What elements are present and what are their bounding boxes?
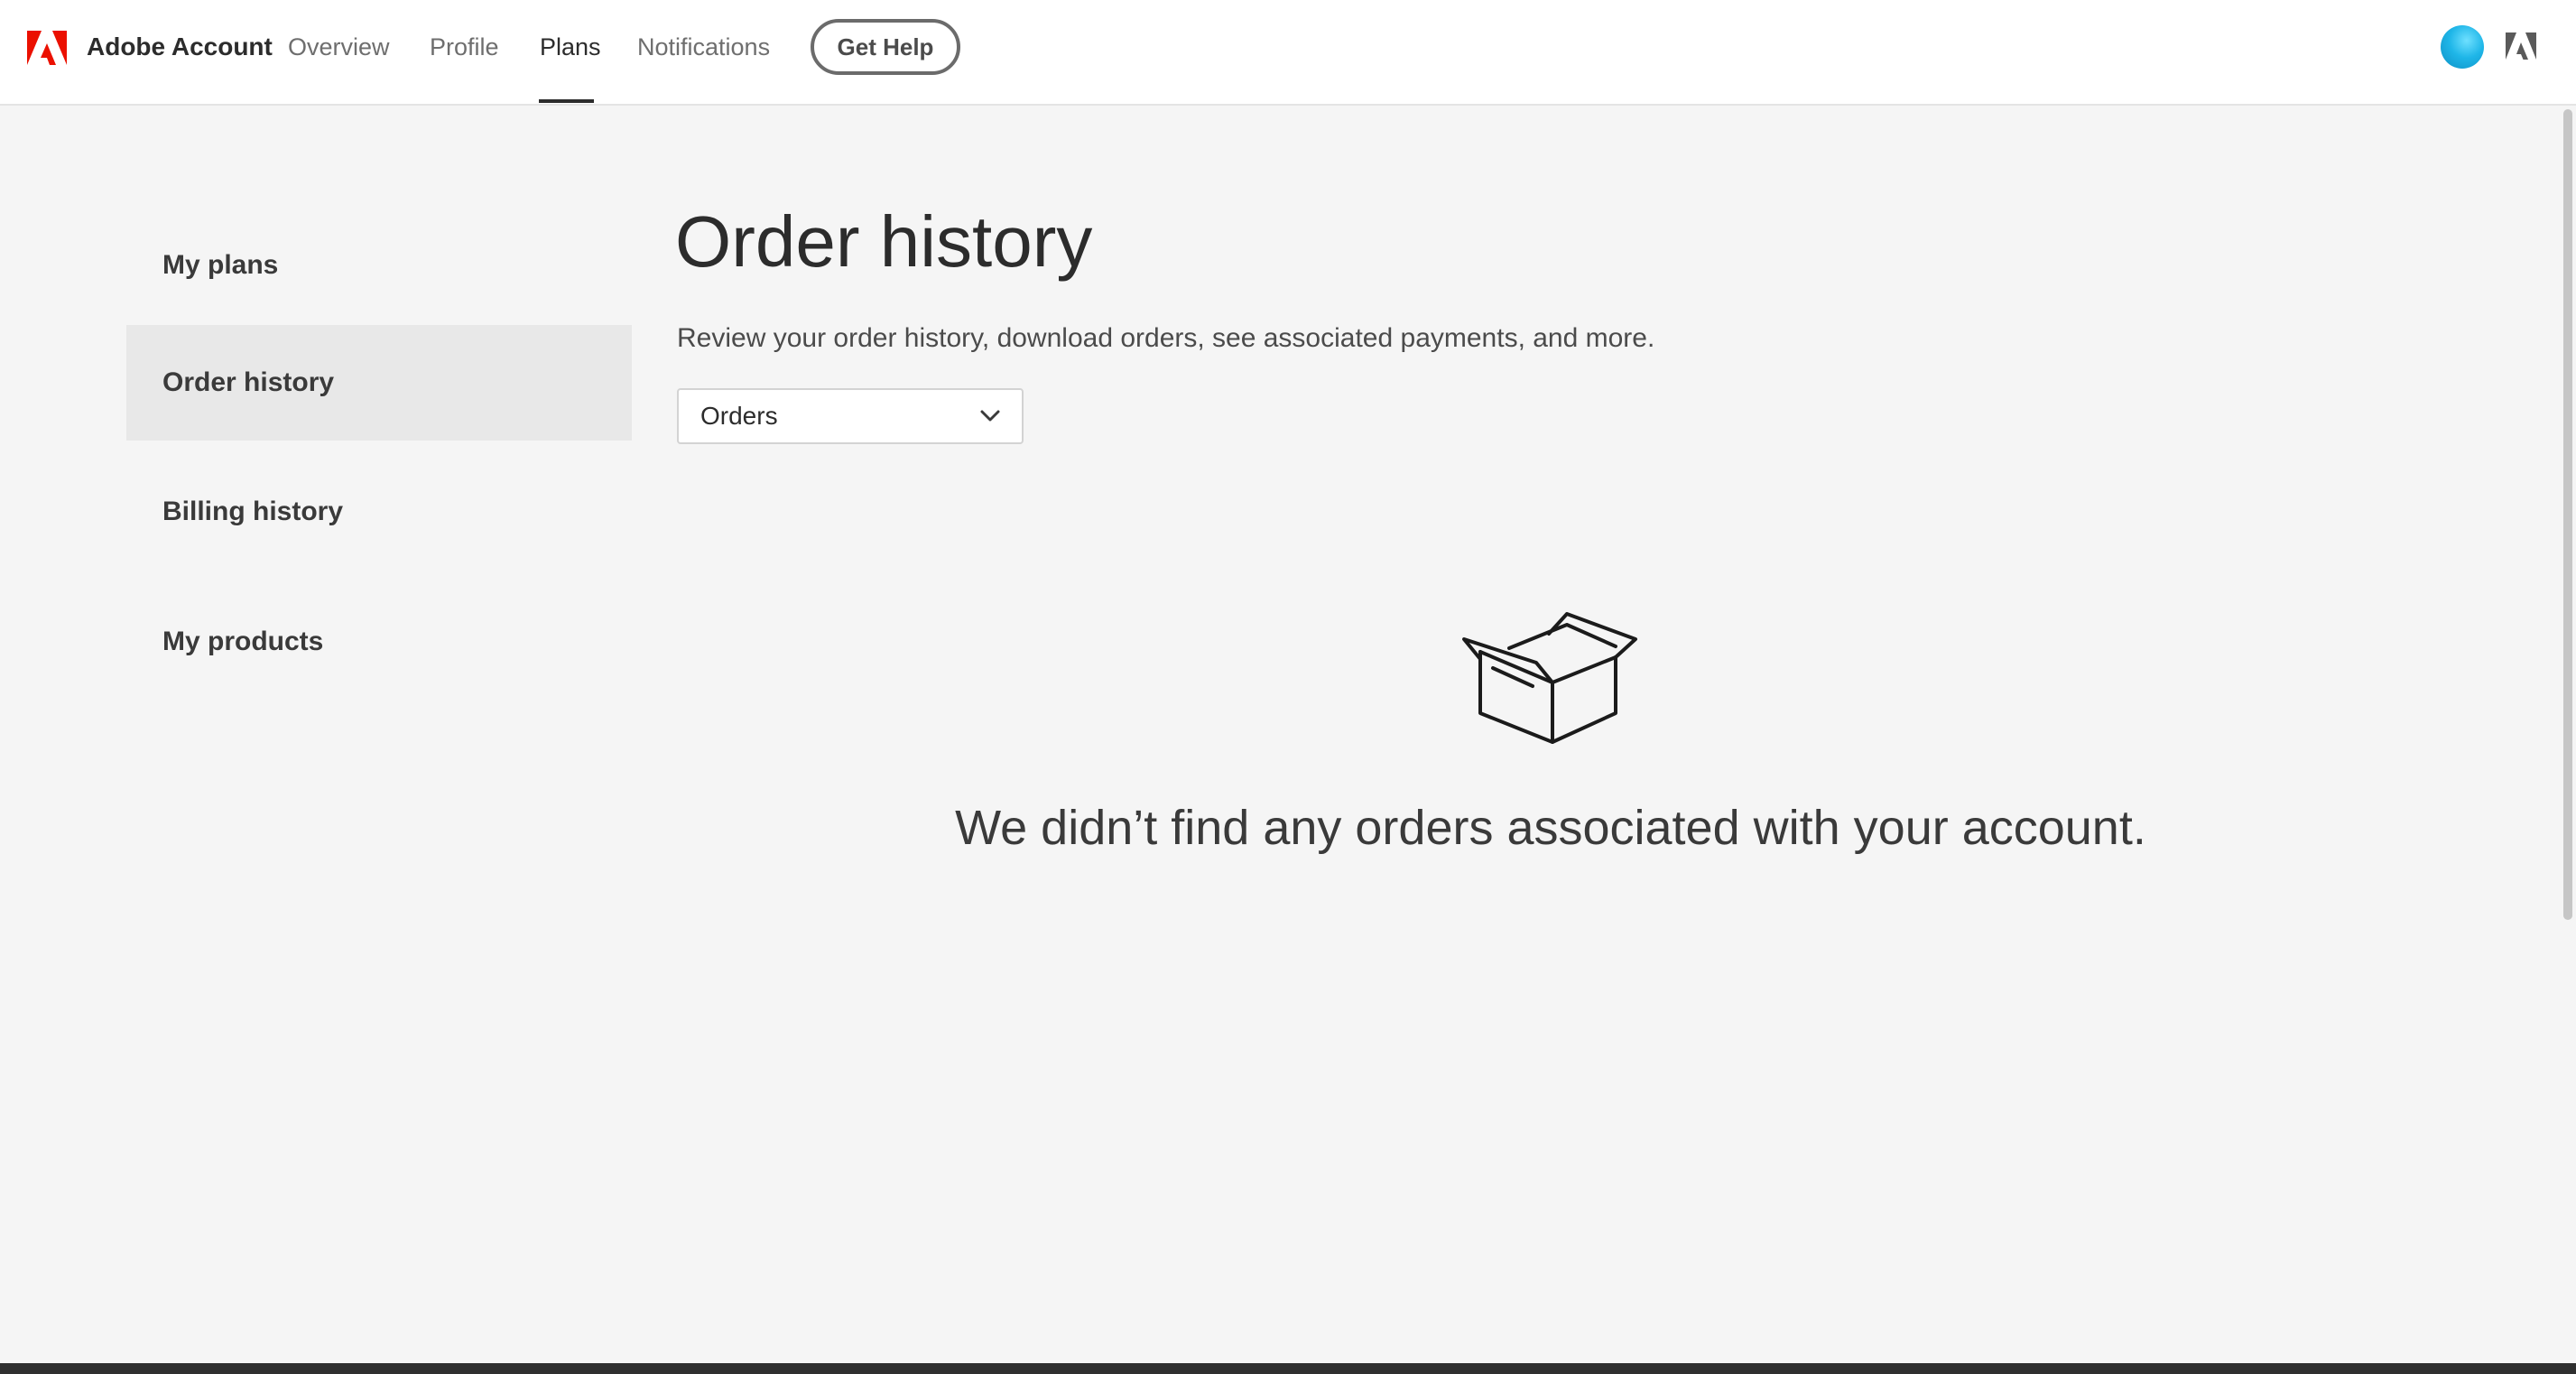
page-subtitle: Review your order history, download orde… bbox=[677, 323, 1655, 353]
user-avatar[interactable] bbox=[2441, 25, 2484, 69]
nav-profile[interactable]: Profile bbox=[430, 33, 499, 61]
top-navigation-bar: Adobe Account Overview Profile Plans Not… bbox=[0, 0, 2576, 106]
sidebar-item-my-plans[interactable]: My plans bbox=[126, 208, 632, 323]
nav-overview[interactable]: Overview bbox=[288, 33, 390, 61]
bottom-bar bbox=[0, 1363, 2576, 1374]
active-tab-indicator bbox=[539, 99, 594, 103]
brand-name[interactable]: Adobe Account bbox=[87, 32, 273, 61]
nav-notifications[interactable]: Notifications bbox=[637, 33, 770, 61]
empty-state-message: We didn’t find any orders associated wit… bbox=[955, 801, 2146, 855]
sidebar-item-my-products[interactable]: My products bbox=[126, 584, 632, 700]
adobe-logo-icon[interactable] bbox=[27, 31, 67, 65]
adobe-apps-icon[interactable] bbox=[2506, 32, 2536, 60]
sidebar-item-order-history[interactable]: Order history bbox=[126, 325, 632, 441]
open-box-icon bbox=[1462, 612, 1637, 744]
sidebar-item-billing-history[interactable]: Billing history bbox=[126, 454, 632, 570]
nav-plans[interactable]: Plans bbox=[540, 33, 601, 61]
get-help-button[interactable]: Get Help bbox=[811, 19, 960, 75]
scrollbar-thumb[interactable] bbox=[2563, 109, 2572, 920]
page-scrollbar[interactable] bbox=[2560, 106, 2576, 1363]
select-value: Orders bbox=[700, 402, 778, 430]
order-type-select[interactable]: Orders bbox=[677, 388, 1024, 444]
page-title: Order history bbox=[675, 201, 1093, 282]
chevron-down-icon bbox=[980, 410, 1000, 422]
